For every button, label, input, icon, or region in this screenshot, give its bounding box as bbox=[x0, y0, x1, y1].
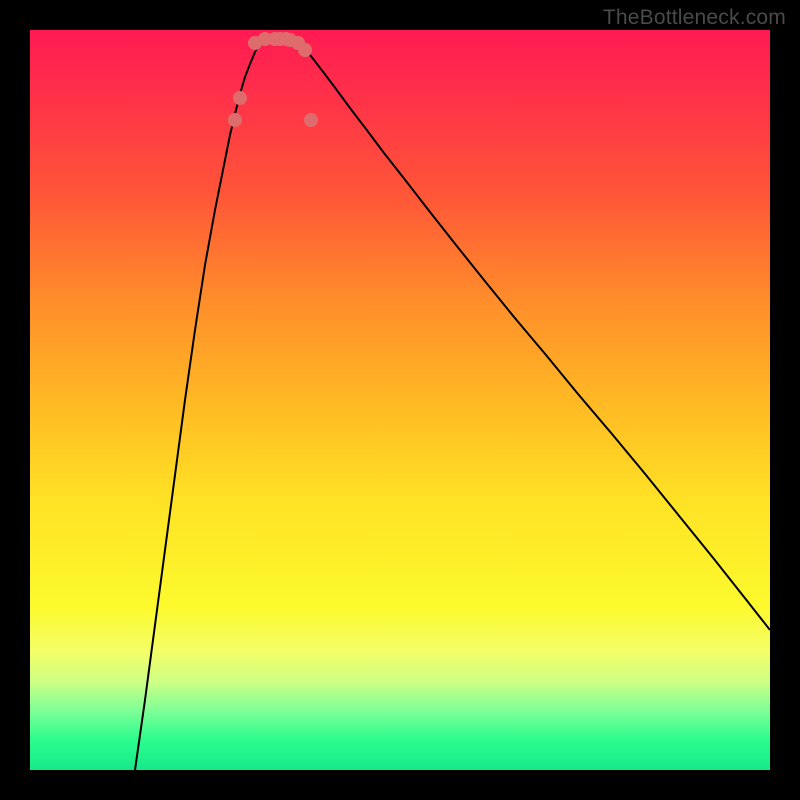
data-dot bbox=[304, 113, 318, 127]
chart-overlay bbox=[30, 30, 770, 770]
plot-area bbox=[30, 30, 770, 770]
data-dot bbox=[298, 43, 312, 57]
bottleneck-curve bbox=[135, 37, 770, 770]
outer-frame: TheBottleneck.com bbox=[0, 0, 800, 800]
watermark-text: TheBottleneck.com bbox=[603, 6, 786, 30]
data-dot bbox=[233, 91, 247, 105]
data-dot bbox=[228, 113, 242, 127]
